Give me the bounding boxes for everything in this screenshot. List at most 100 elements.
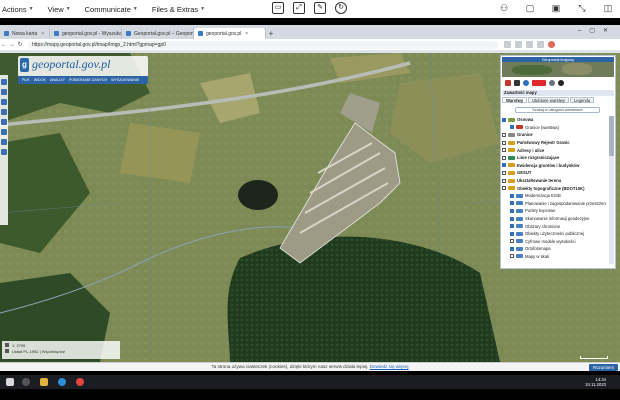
coordinate-system[interactable]: Układ PL-1992 | Współrzędne	[12, 349, 65, 354]
layer-checkbox[interactable]	[502, 178, 506, 183]
layer-row[interactable]: Ukształtowanie terenu	[502, 177, 606, 185]
layer-checkbox[interactable]	[510, 216, 514, 221]
layer-row[interactable]: Cyfrowe modele wysokości	[502, 238, 606, 246]
layer-checkbox[interactable]	[502, 186, 506, 191]
forward-icon[interactable]	[514, 80, 520, 86]
layer-row[interactable]: Ewidencja gruntów i budynków	[502, 162, 606, 170]
panel-tab[interactable]: Legenda	[569, 97, 595, 103]
layer-row[interactable]: Granice (warstwa)	[502, 124, 606, 132]
layer-search-input[interactable]: Szukaj w usługach warstwach	[515, 107, 600, 113]
fullscreen-icon[interactable]: ⤢	[293, 2, 305, 14]
cookie-accept-button[interactable]: Rozumiem	[589, 364, 618, 371]
layer-checkbox[interactable]	[510, 201, 514, 206]
layer-scrollbar[interactable]	[609, 116, 614, 264]
site-menu-item[interactable]: PLIK	[22, 78, 30, 82]
layers-icon[interactable]	[1, 149, 7, 155]
layer-row[interactable]: Mapy w skali	[502, 253, 606, 261]
monitor-icon[interactable]: ▢	[524, 2, 536, 14]
youtube-icon[interactable]	[532, 80, 546, 86]
browser-tab[interactable]: geoportal.gov.pl - Wyszukaj×	[50, 28, 122, 39]
start-icon[interactable]	[6, 378, 14, 386]
layer-checkbox[interactable]	[510, 239, 514, 244]
info-icon[interactable]	[1, 119, 7, 125]
layer-checkbox[interactable]	[502, 117, 506, 122]
layer-row[interactable]: Obiekty topograficzne (BDOT10K)	[502, 184, 606, 192]
file-explorer-icon[interactable]	[40, 378, 48, 386]
address-input[interactable]: https://mapy.geoportal.gov.pl/imap/Imgp_…	[28, 40, 498, 49]
site-menu-item[interactable]: POBIERANIE DANYCH	[69, 78, 107, 82]
layer-checkbox[interactable]	[502, 148, 506, 153]
layer-checkbox[interactable]	[502, 132, 506, 137]
scale-value[interactable]: 1: 2795	[12, 343, 25, 348]
reload-icon[interactable]: ↻	[16, 41, 24, 48]
close-icon[interactable]: ×	[245, 31, 248, 37]
pan-icon[interactable]	[1, 99, 7, 105]
search-icon[interactable]	[22, 378, 30, 386]
layer-row[interactable]: Państwowy Rejestr Granic	[502, 139, 606, 147]
chat-icon[interactable]: ✎	[314, 2, 326, 14]
layer-checkbox[interactable]	[502, 170, 506, 175]
layer-row[interactable]: Punkty kopcowe	[502, 207, 606, 215]
screenshot-icon[interactable]: ▭	[272, 2, 284, 14]
extension-icon[interactable]	[515, 41, 522, 48]
panel-tab[interactable]: Warstwy	[502, 97, 528, 103]
browser-tab[interactable]: Nowa karta ×	[0, 28, 50, 39]
refresh-icon[interactable]: ↻	[335, 2, 347, 14]
system-clock[interactable]: 14:34 24.11.2023	[585, 377, 606, 387]
print-icon[interactable]	[1, 129, 7, 135]
layer-checkbox[interactable]	[510, 208, 514, 213]
layer-checkbox[interactable]	[502, 155, 506, 160]
extension-icon[interactable]	[504, 41, 511, 48]
chrome-icon[interactable]	[76, 378, 84, 386]
layer-checkbox[interactable]	[510, 125, 514, 130]
site-menu-item[interactable]: WYSZUKIWANIE	[111, 78, 139, 82]
back-icon[interactable]: ←	[0, 42, 8, 48]
profile-icon[interactable]	[548, 41, 555, 48]
layer-checkbox[interactable]	[502, 163, 506, 168]
site-menu-item[interactable]: ANALIZY	[50, 78, 65, 82]
site-menu-item[interactable]: WIDOK	[34, 78, 46, 82]
layer-row[interactable]: Adresy i ulice	[502, 146, 606, 154]
window-controls[interactable]: –▢✕	[578, 27, 616, 34]
panel-tab[interactable]: Ulubione warstwy	[528, 97, 569, 103]
layer-row[interactable]: Linie rozgraniczające	[502, 154, 606, 162]
window-icon[interactable]: ▣	[550, 2, 562, 14]
split-icon[interactable]: ◫	[602, 2, 614, 14]
layer-checkbox[interactable]	[510, 193, 514, 198]
measure-icon[interactable]	[1, 109, 7, 115]
layer-row[interactable]: Skanowanie informacji geodezyjne	[502, 215, 606, 223]
layer-row[interactable]: Ortofotomapa	[502, 245, 606, 253]
edge-icon[interactable]	[58, 378, 66, 386]
layer-checkbox[interactable]	[510, 246, 514, 251]
layer-row[interactable]: Granice	[502, 131, 606, 139]
layer-checkbox[interactable]	[510, 224, 514, 229]
people-icon[interactable]: ⚇	[498, 2, 510, 14]
browser-tab[interactable]: Geoportal.gov.pl – Geoportal Infr×	[122, 28, 194, 39]
back-icon[interactable]	[505, 80, 511, 86]
remote-menu-item[interactable]: Communicate ▼	[85, 5, 138, 14]
eye-icon[interactable]	[558, 80, 564, 86]
scrollbar-thumb[interactable]	[609, 116, 614, 156]
cookie-learn-more-link[interactable]: Dowiedz się więcej	[370, 364, 409, 369]
site-logo[interactable]: geoportal.gov.pl	[32, 57, 110, 72]
layer-row[interactable]: Modernizacja EGiB	[502, 192, 606, 200]
extension-icon[interactable]	[537, 41, 544, 48]
layer-row[interactable]: Obszary chronione	[502, 222, 606, 230]
close-icon[interactable]: ×	[41, 31, 44, 37]
remote-menu-item[interactable]: Actions ▼	[2, 5, 34, 14]
remote-menu-item[interactable]: Files & Extras ▼	[152, 5, 205, 14]
layer-checkbox[interactable]	[510, 231, 514, 236]
browser-tab[interactable]: geoportal.gov.pl ×	[194, 28, 266, 39]
settings-icon[interactable]	[549, 80, 555, 86]
remote-menu-item[interactable]: View ▼	[48, 5, 71, 14]
layer-checkbox[interactable]	[502, 140, 506, 145]
expand-icon[interactable]: ⤡	[576, 2, 588, 14]
zoom-out-icon[interactable]	[1, 89, 7, 95]
new-tab-button[interactable]: +	[266, 28, 276, 39]
zoom-in-icon[interactable]	[1, 79, 7, 85]
forward-icon[interactable]: →	[8, 42, 16, 48]
layer-row[interactable]: Obiekty użyteczności publicznej	[502, 230, 606, 238]
layer-checkbox[interactable]	[510, 254, 514, 259]
select-icon[interactable]	[1, 139, 7, 145]
layer-row[interactable]: GESUT	[502, 169, 606, 177]
